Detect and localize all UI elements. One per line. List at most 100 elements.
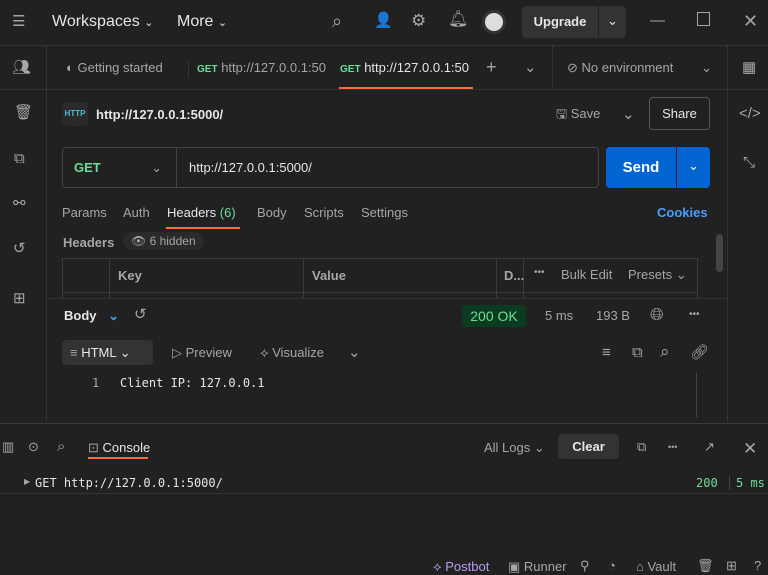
gear-icon[interactable]: ⚙: [411, 12, 426, 29]
copy-icon[interactable]: ⧉: [632, 345, 643, 360]
send-dropdown[interactable]: ⌄: [677, 147, 710, 188]
upgrade-dropdown[interactable]: ⌄: [599, 6, 626, 38]
visualize-dropdown-icon[interactable]: ⌄: [348, 345, 361, 360]
save-button[interactable]: 🖫 Save: [556, 105, 600, 127]
preview-button[interactable]: ▷ Preview: [172, 345, 232, 361]
url-input[interactable]: http://127.0.0.1:5000/: [189, 160, 312, 175]
more-menu[interactable]: More ⌄: [177, 13, 227, 31]
tab-label: http://127.0.0.1:50: [221, 60, 326, 75]
expand-icon[interactable]: ⤡: [743, 155, 755, 170]
share-button[interactable]: Share: [649, 97, 710, 130]
new-tab-icon[interactable]: +: [486, 58, 497, 76]
history-icon[interactable]: ↺: [134, 307, 147, 322]
environment-selector[interactable]: ⊘ No environment ⌄: [567, 60, 712, 76]
pop-out-icon[interactable]: ↗: [704, 440, 715, 453]
tabs-dropdown-icon[interactable]: ⌄: [524, 60, 537, 75]
request-tab-active[interactable]: GET http://127.0.0.1:50: [340, 60, 470, 75]
request-tab[interactable]: GET http://127.0.0.1:50: [197, 60, 327, 75]
no-environment-icon: ⊘: [567, 60, 578, 75]
upgrade-button[interactable]: Upgrade: [522, 6, 598, 38]
search-icon[interactable]: ⌕: [57, 439, 65, 454]
save-dropdown-icon[interactable]: ⌄: [622, 107, 635, 122]
log-time: 5 ms: [729, 476, 765, 490]
help-icon[interactable]: ?: [754, 559, 761, 572]
environment-quick-look-icon[interactable]: ▦: [742, 60, 756, 75]
save-label: Save: [570, 106, 601, 121]
invite-user-icon[interactable]: 👤: [374, 13, 393, 28]
postbot-icon: ⟡: [433, 559, 442, 574]
workspaces-menu[interactable]: Workspaces ⌄: [52, 13, 153, 31]
expand-icon: ▶: [24, 477, 31, 486]
format-select[interactable]: ≡ HTML ⌄: [62, 340, 153, 365]
status-badge: 200 OK: [462, 305, 526, 327]
copy-icon[interactable]: ⧉: [637, 440, 646, 453]
maximize-icon[interactable]: [697, 12, 710, 26]
scrollbar[interactable]: [716, 234, 723, 272]
visualize-label: Visualize: [272, 345, 325, 360]
capture-icon[interactable]: ⚲: [580, 559, 590, 572]
history-icon[interactable]: ↺: [13, 241, 26, 256]
log-filter[interactable]: All Logs ⌄: [484, 440, 545, 456]
environment-label: No environment: [581, 60, 674, 75]
postbot-button[interactable]: ⟡ Postbot: [433, 559, 489, 575]
wrap-icon[interactable]: ≡: [602, 345, 611, 360]
runner-button[interactable]: ▣ Runner: [508, 559, 567, 575]
bell-icon[interactable]: 🔔︎: [448, 12, 468, 28]
search-icon[interactable]: ⌕: [660, 343, 670, 360]
response-body-dropdown[interactable]: Body ⌄: [64, 308, 119, 324]
search-icon[interactable]: ⌕: [332, 12, 342, 30]
bulk-edit-button[interactable]: Bulk Edit: [561, 267, 612, 282]
flows-icon[interactable]: ⚯: [13, 196, 26, 211]
presets-dropdown[interactable]: Presets ⌄: [628, 267, 687, 283]
clear-button[interactable]: Clear: [558, 434, 619, 459]
hidden-headers-toggle[interactable]: 👁︎ 6 hidden: [123, 232, 204, 250]
code-icon[interactable]: </>: [739, 106, 761, 121]
workspaces-label: Workspaces: [52, 13, 140, 30]
check-icon[interactable]: ⊙: [28, 440, 39, 453]
avatar[interactable]: [482, 10, 506, 34]
tab-settings[interactable]: Settings: [361, 205, 408, 220]
menu-icon[interactable]: ☰: [12, 14, 25, 29]
more-icon[interactable]: •••: [689, 310, 700, 320]
team-icon[interactable]: 👥︎: [12, 60, 31, 75]
chevron-down-icon: ⌄: [217, 17, 228, 29]
close-icon[interactable]: ✕: [743, 12, 758, 30]
more-icon[interactable]: •••: [534, 268, 545, 278]
tab-body[interactable]: Body: [257, 205, 287, 220]
tab-scripts[interactable]: Scripts: [304, 205, 344, 220]
tab-method: GET: [197, 64, 218, 75]
tab-getting-started[interactable]: ◐ Getting started: [66, 60, 163, 75]
console-icon: ⊡: [88, 440, 99, 455]
tab-params[interactable]: Params: [62, 205, 107, 220]
more-icon[interactable]: •••: [668, 443, 677, 452]
close-icon[interactable]: ✕: [743, 440, 757, 457]
visualize-button[interactable]: ⟡ Visualize: [260, 345, 324, 361]
monitor-icon[interactable]: ⧉: [14, 151, 25, 166]
layout-icon[interactable]: ⊞: [726, 559, 737, 572]
link-icon[interactable]: 🔗︎: [690, 345, 709, 360]
log-entry[interactable]: ▶ GET http://127.0.0.1:5000/ 200 5 ms: [0, 474, 768, 494]
column-key: Key: [118, 268, 142, 283]
log-status: 200: [696, 476, 718, 490]
http-icon: HTTP: [62, 102, 88, 126]
globe-icon[interactable]: 🌐︎: [650, 306, 664, 323]
cookies-link[interactable]: Cookies: [657, 205, 708, 220]
trash-icon[interactable]: 🗑︎: [14, 105, 33, 120]
cookie-icon[interactable]: ◔: [608, 559, 616, 572]
trash-icon[interactable]: 🗑︎: [697, 559, 714, 572]
tab-headers[interactable]: Headers (6): [167, 205, 236, 220]
headers-count: (6): [219, 205, 236, 220]
format-label: HTML: [81, 345, 117, 360]
sidebar-toggle-icon[interactable]: ▥: [2, 440, 14, 453]
method-select[interactable]: GET ⌄: [74, 160, 162, 175]
vault-button[interactable]: ⌂ Vault: [636, 559, 676, 574]
response-size: 193 B: [596, 308, 630, 323]
minimize-icon[interactable]: —: [650, 13, 665, 28]
tab-method: GET: [340, 64, 361, 75]
tab-label: http://127.0.0.1:50: [364, 60, 469, 75]
send-button[interactable]: Send: [606, 147, 676, 188]
add-apps-icon[interactable]: ⊞: [13, 291, 26, 306]
console-tab[interactable]: ⊡ Console: [88, 440, 150, 456]
runner-label: Runner: [523, 559, 567, 574]
tab-auth[interactable]: Auth: [123, 205, 150, 220]
